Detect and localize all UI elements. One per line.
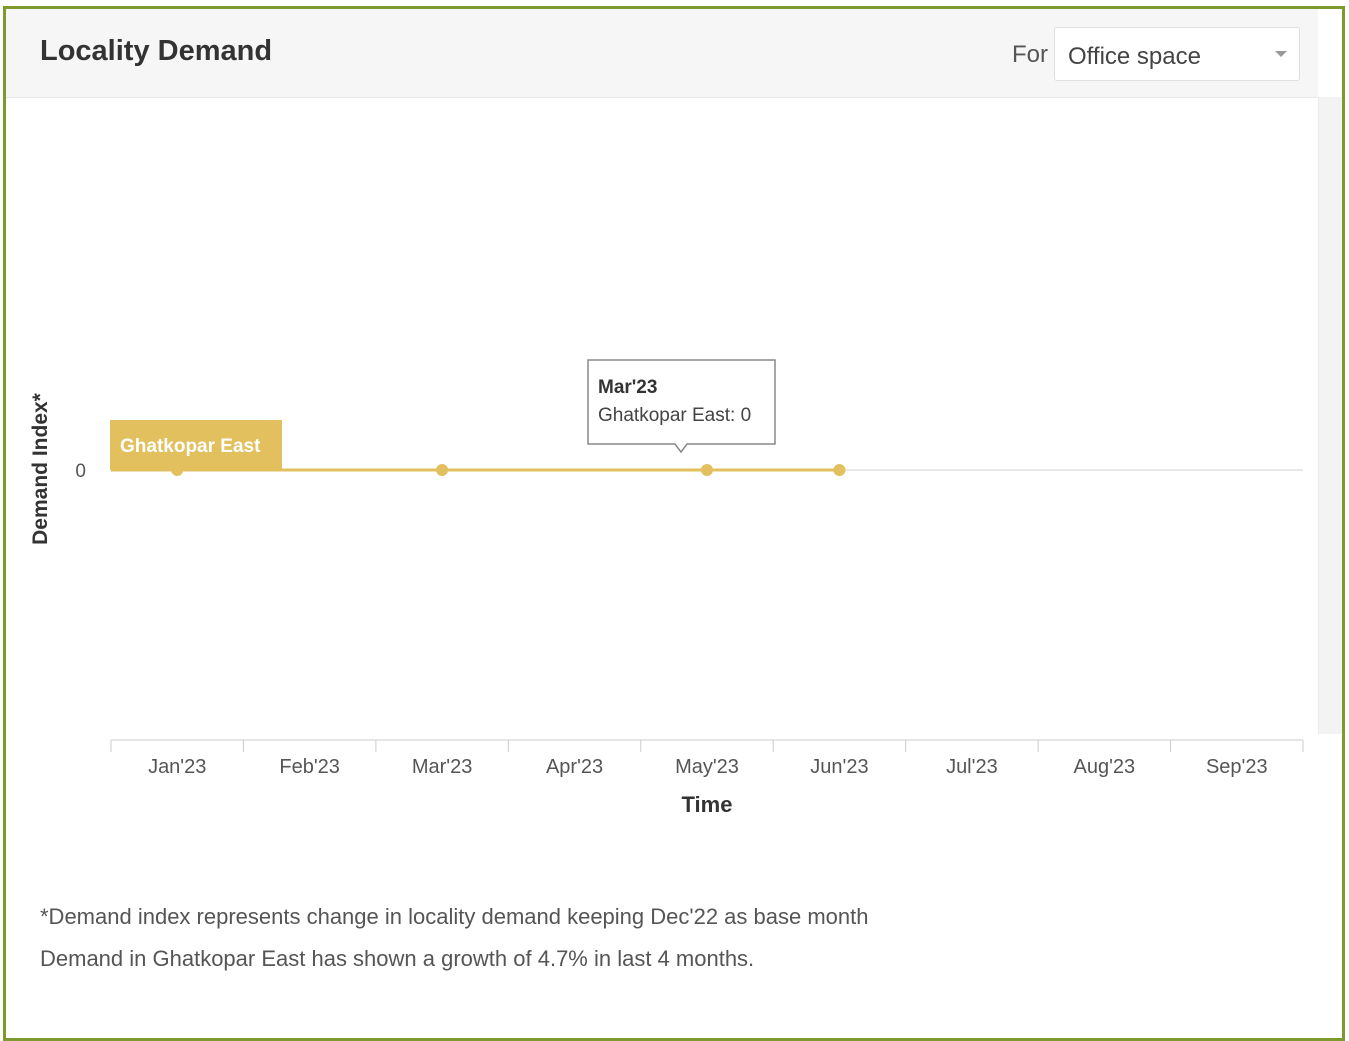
y-axis-label: Demand Index* [29, 392, 52, 545]
y-axis-ticks: 0 [75, 461, 86, 482]
tooltip-title: Mar'23 [598, 377, 657, 398]
x-axis-label: Time [682, 792, 733, 817]
x-axis-ticks: Jan'23 Feb'23 Mar'23 Apr'23 May'23 Jun'23 Jul'… [110, 740, 1304, 778]
x-tick-label: Jan'23 [148, 756, 206, 778]
scrollbar[interactable] [1318, 97, 1342, 734]
locality-demand-card: Locality Demand For Office space Jan'23 F… [3, 6, 1345, 1041]
data-point [436, 464, 449, 476]
demand-line-chart: Jan'23 Feb'23 Mar'23 Apr'23 May'23 Jun'23 Jul'… [29, 359, 1304, 817]
demand-index-note: *Demand index represents change in local… [40, 904, 869, 929]
x-tick-label: Jul'23 [946, 756, 998, 778]
x-tick-label: Feb'23 [279, 756, 340, 778]
series-tag: Ghatkopar East [110, 420, 282, 470]
series-tag-label: Ghatkopar East [120, 436, 261, 457]
chart-tooltip: Mar'23 Ghatkopar East: 0 [587, 359, 776, 454]
x-tick-label: Apr'23 [546, 756, 603, 778]
x-tick-label: Jun'23 [810, 756, 868, 778]
data-point [833, 464, 846, 476]
y-tick-label: 0 [75, 461, 86, 482]
x-tick-label: Aug'23 [1074, 756, 1136, 778]
x-tick-label: May'23 [675, 756, 739, 778]
x-tick-label: Mar'23 [412, 756, 473, 778]
data-point [701, 464, 713, 476]
growth-note: Demand in Ghatkopar East has shown a gro… [40, 946, 755, 971]
tooltip-text: Ghatkopar East: 0 [598, 405, 751, 426]
x-tick-label: Sep'23 [1206, 756, 1268, 778]
chart-axes [111, 469, 1303, 741]
